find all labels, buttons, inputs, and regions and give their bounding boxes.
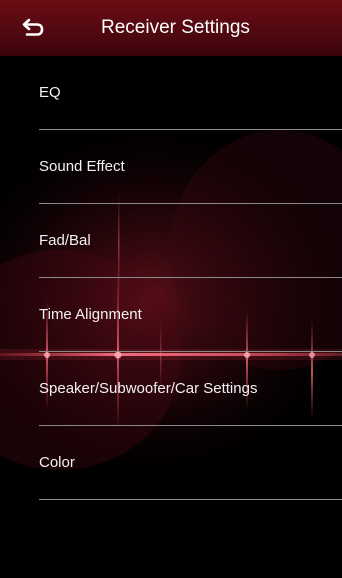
- menu-item-label: Sound Effect: [39, 158, 125, 175]
- settings-menu-list: EQ Sound Effect Fad/Bal Time Alignment S…: [0, 56, 342, 500]
- menu-item-time-alignment[interactable]: Time Alignment: [0, 278, 342, 352]
- page-title: Receiver Settings: [101, 17, 250, 38]
- menu-item-sound-effect[interactable]: Sound Effect: [0, 130, 342, 204]
- back-button[interactable]: [16, 12, 50, 44]
- menu-item-label: Time Alignment: [39, 306, 142, 323]
- receiver-settings-screen: Receiver Settings EQ Sound Effect Fad/Ba…: [0, 0, 342, 578]
- menu-item-label: Speaker/Subwoofer/Car Settings: [39, 380, 258, 397]
- menu-item-speaker-subwoofer-car-settings[interactable]: Speaker/Subwoofer/Car Settings: [0, 352, 342, 426]
- menu-item-label: Fad/Bal: [39, 232, 91, 249]
- header-bar: Receiver Settings: [0, 0, 342, 56]
- menu-item-color[interactable]: Color: [0, 426, 342, 500]
- menu-item-label: EQ: [39, 84, 61, 101]
- menu-item-eq[interactable]: EQ: [0, 56, 342, 130]
- menu-item-fad-bal[interactable]: Fad/Bal: [0, 204, 342, 278]
- back-return-icon: [22, 18, 44, 36]
- menu-divider: [39, 499, 342, 500]
- menu-item-label: Color: [39, 454, 75, 471]
